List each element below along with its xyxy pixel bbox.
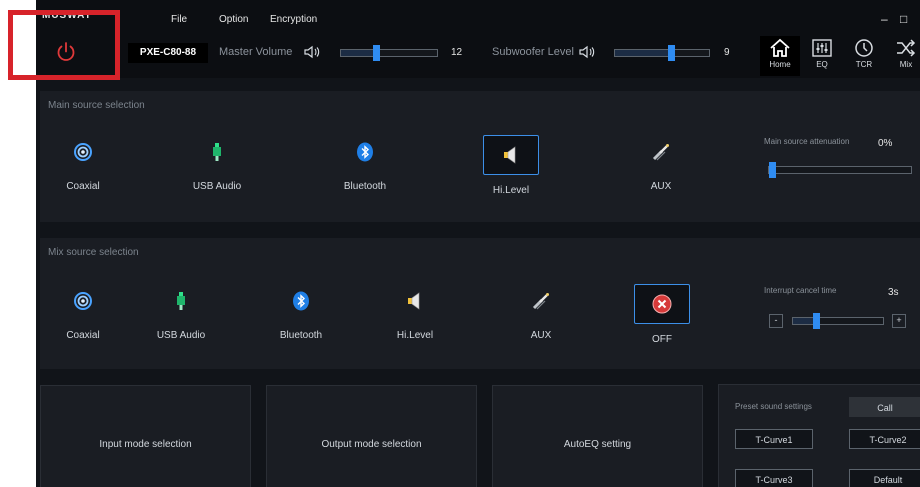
mix-source-usb-audio-label: USB Audio: [156, 330, 206, 341]
preset-t-curve3-button[interactable]: T-Curve3: [735, 469, 813, 487]
app-window: MUSWAY File Option Encryption PXE-C80-88…: [36, 0, 920, 487]
main-source-panel: Main source selection Coaxial USB Audio …: [40, 91, 920, 222]
nav-mix[interactable]: Mix: [886, 36, 920, 76]
subwoofer-level-slider[interactable]: [614, 45, 710, 61]
main-attenuation-label: Main source attenuation: [764, 137, 850, 146]
menu-file[interactable]: File: [171, 14, 187, 25]
device-model-label: PXE-C80-88: [128, 43, 208, 63]
main-source-usb-audio[interactable]: USB Audio: [182, 135, 252, 192]
mix-source-off-label: OFF: [652, 334, 672, 345]
coaxial-icon: [74, 292, 92, 310]
main-source-bluetooth-label: Bluetooth: [343, 181, 387, 192]
preset-call-button[interactable]: Call: [849, 397, 920, 417]
mix-source-hi-level-label: Hi.Level: [396, 330, 434, 341]
nav-home-label: Home: [769, 60, 791, 69]
subwoofer-level-fill: [615, 50, 672, 56]
preset-t-curve1-button[interactable]: T-Curve1: [735, 429, 813, 449]
master-volume-value: 12: [451, 47, 463, 58]
aux-cable-icon: [652, 144, 669, 161]
nav-eq[interactable]: EQ: [802, 36, 842, 76]
preset-t-curve2-button[interactable]: T-Curve2: [849, 429, 920, 449]
usb-icon: [177, 292, 185, 310]
mix-source-coaxial[interactable]: Coaxial: [48, 284, 118, 341]
nav-home[interactable]: Home: [760, 36, 800, 76]
speaker-icon: [408, 292, 420, 310]
shuffle-icon: [897, 39, 916, 57]
main-source-bluetooth[interactable]: Bluetooth: [330, 135, 400, 192]
subwoofer-level-label: Subwoofer Level: [492, 46, 574, 58]
mix-source-coaxial-label: Coaxial: [66, 330, 100, 341]
mix-source-off[interactable]: OFF: [627, 284, 697, 345]
interrupt-cancel-time-value: 3s: [888, 287, 899, 298]
master-volume-label: Master Volume: [219, 46, 293, 58]
master-volume-knob[interactable]: [372, 45, 380, 61]
maximize-button[interactable]: □: [900, 12, 907, 26]
main-source-hi-level[interactable]: Hi.Level: [476, 135, 546, 196]
subwoofer-speaker-icon[interactable]: [579, 45, 595, 59]
nav-tcr-label: TCR: [855, 60, 873, 69]
main-source-aux-label: AUX: [650, 181, 672, 192]
main-attenuation-knob[interactable]: [769, 162, 776, 178]
menu-option[interactable]: Option: [219, 14, 248, 25]
home-icon: [770, 38, 790, 57]
main-attenuation-slider[interactable]: [768, 162, 912, 178]
mix-source-panel: Mix source selection Coaxial USB Audio B…: [40, 238, 920, 369]
speaker-icon: [504, 146, 516, 164]
interrupt-decrease-button[interactable]: -: [769, 314, 783, 328]
subwoofer-level-knob[interactable]: [668, 45, 676, 61]
eq-icon: [812, 39, 832, 57]
minimize-button[interactable]: –: [881, 12, 888, 26]
mix-source-usb-audio[interactable]: USB Audio: [146, 284, 216, 341]
nav-eq-label: EQ: [816, 60, 828, 69]
mix-source-title: Mix source selection: [48, 247, 139, 258]
mix-source-aux[interactable]: AUX: [506, 284, 576, 341]
main-source-title: Main source selection: [48, 100, 145, 111]
clock-icon: [855, 39, 873, 57]
output-mode-selection-card[interactable]: Output mode selection: [266, 385, 477, 487]
interrupt-cancel-time-label: Interrupt cancel time: [764, 286, 837, 295]
nav-tcr[interactable]: TCR: [844, 36, 884, 76]
preset-sound-settings-title: Preset sound settings: [735, 402, 812, 411]
top-bar: MUSWAY File Option Encryption PXE-C80-88…: [36, 0, 920, 78]
mix-source-hi-level[interactable]: Hi.Level: [380, 284, 450, 341]
bluetooth-icon: [357, 142, 373, 162]
master-volume-slider[interactable]: [340, 45, 438, 61]
input-mode-selection-card[interactable]: Input mode selection: [40, 385, 251, 487]
input-mode-selection-label: Input mode selection: [99, 439, 192, 450]
output-mode-selection-label: Output mode selection: [321, 439, 422, 450]
main-source-coaxial-label: Coaxial: [66, 181, 100, 192]
off-icon: [652, 294, 672, 314]
mix-source-bluetooth-label: Bluetooth: [279, 330, 323, 341]
main-attenuation-value: 0%: [878, 138, 893, 149]
preset-default-button[interactable]: Default: [849, 469, 920, 487]
interrupt-increase-button[interactable]: +: [892, 314, 906, 328]
interrupt-cancel-time-slider[interactable]: [792, 313, 884, 329]
master-volume-fill: [341, 50, 376, 56]
main-source-aux[interactable]: AUX: [626, 135, 696, 192]
main-source-hi-level-label: Hi.Level: [492, 185, 530, 196]
aux-cable-icon: [532, 293, 549, 310]
coaxial-icon: [74, 143, 92, 161]
usb-icon: [213, 143, 221, 161]
master-volume-speaker-icon[interactable]: [304, 45, 320, 59]
mix-source-bluetooth[interactable]: Bluetooth: [266, 284, 336, 341]
bluetooth-icon: [293, 291, 309, 311]
autoeq-setting-label: AutoEQ setting: [563, 439, 632, 450]
nav-mix-label: Mix: [899, 60, 913, 69]
highlight-box: [8, 10, 120, 80]
subwoofer-level-value: 9: [724, 47, 730, 58]
preset-sound-settings-panel: Preset sound settings Call T-Curve1 T-Cu…: [718, 384, 920, 487]
main-source-usb-audio-label: USB Audio: [192, 181, 242, 192]
mix-source-aux-label: AUX: [530, 330, 552, 341]
main-source-coaxial[interactable]: Coaxial: [48, 135, 118, 192]
interrupt-cancel-time-knob[interactable]: [812, 313, 820, 329]
menu-encryption[interactable]: Encryption: [270, 14, 317, 25]
autoeq-setting-card[interactable]: AutoEQ setting: [492, 385, 703, 487]
